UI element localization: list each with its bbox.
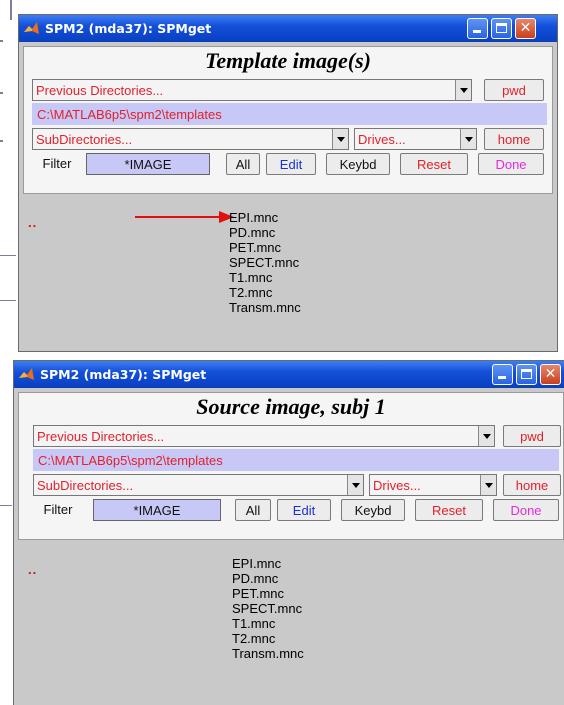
background-line (0, 92, 3, 94)
title-bar[interactable]: SPM2 (mda37): SPMget ✕ (14, 361, 564, 388)
edit-button[interactable]: Edit (266, 153, 316, 175)
list-item[interactable]: Transm.mnc (229, 300, 301, 315)
previous-directories-dropdown[interactable]: Previous Directories... (33, 425, 495, 447)
list-item[interactable]: EPI.mnc (232, 556, 304, 571)
maximize-icon (496, 23, 507, 33)
dropdown-arrow-icon (347, 475, 363, 495)
window-title: SPM2 (mda37): SPMget (40, 367, 207, 382)
dropdown-arrow-icon (455, 80, 471, 100)
drives-label: Drives... (358, 132, 406, 147)
keybd-button[interactable]: Keybd (326, 153, 390, 175)
drives-label: Drives... (373, 478, 421, 493)
previous-directories-label: Previous Directories... (37, 429, 165, 444)
reset-button[interactable]: Reset (415, 499, 483, 521)
list-item[interactable]: PET.mnc (229, 240, 301, 255)
filter-input[interactable]: *IMAGE (86, 153, 210, 175)
minimize-button[interactable] (467, 18, 488, 39)
list-item[interactable]: SPECT.mnc (232, 601, 304, 616)
drives-dropdown[interactable]: Drives... (354, 128, 477, 150)
file-names: EPI.mnc PD.mnc PET.mnc SPECT.mnc T1.mnc … (229, 210, 301, 315)
dropdown-arrow-icon (480, 475, 496, 495)
control-panel: Template image(s) Previous Directories..… (23, 46, 553, 194)
parent-directory-item[interactable]: .. (28, 562, 37, 577)
list-item[interactable]: PD.mnc (229, 225, 301, 240)
list-item[interactable]: Transm.mnc (232, 646, 304, 661)
file-names: EPI.mnc PD.mnc PET.mnc SPECT.mnc T1.mnc … (232, 556, 304, 661)
matlab-logo-icon (19, 368, 34, 380)
keybd-button[interactable]: Keybd (341, 499, 405, 521)
done-button[interactable]: Done (478, 153, 544, 175)
background-line (0, 255, 16, 256)
background-line (0, 300, 16, 301)
background-line (10, 0, 12, 20)
subdirectories-dropdown[interactable]: SubDirectories... (32, 128, 349, 150)
title-bar[interactable]: SPM2 (mda37): SPMget ✕ (19, 15, 557, 42)
close-icon: ✕ (544, 366, 557, 382)
maximize-button[interactable] (491, 18, 512, 39)
done-button[interactable]: Done (493, 499, 559, 521)
subdirectories-label: SubDirectories... (36, 132, 133, 147)
prompt-heading: Source image, subj 1 (196, 394, 386, 419)
minimize-button[interactable] (492, 364, 513, 385)
spmget-window-template: SPM2 (mda37): SPMget ✕ Template image(s)… (18, 14, 558, 352)
close-icon: ✕ (519, 20, 532, 36)
dropdown-arrow-icon (460, 129, 476, 149)
all-button[interactable]: All (226, 153, 260, 175)
previous-directories-label: Previous Directories... (36, 83, 164, 98)
background-line (0, 40, 3, 42)
window-title: SPM2 (mda37): SPMget (45, 21, 212, 36)
close-button[interactable]: ✕ (540, 364, 561, 385)
list-item[interactable]: T1.mnc (229, 270, 301, 285)
minimize-icon (473, 30, 481, 33)
list-item[interactable]: PET.mnc (232, 586, 304, 601)
all-button[interactable]: All (235, 499, 271, 521)
file-list: .. EPI.mnc PD.mnc PET.mnc SPECT.mnc T1.m… (14, 544, 564, 705)
list-item[interactable]: T1.mnc (232, 616, 304, 631)
maximize-button[interactable] (516, 364, 537, 385)
red-arrow-annotation (135, 211, 234, 223)
dropdown-arrow-icon (478, 426, 494, 446)
filter-input[interactable]: *IMAGE (93, 499, 221, 521)
file-list: .. EPI.mnc PD.mnc PET.mnc SPECT.mnc T1.m… (19, 198, 557, 351)
edit-button[interactable]: Edit (277, 499, 331, 521)
pwd-button[interactable]: pwd (484, 79, 544, 101)
list-item[interactable]: PD.mnc (232, 571, 304, 586)
list-item[interactable]: EPI.mnc (229, 210, 301, 225)
filter-label: Filter (43, 502, 73, 517)
spmget-window-source: SPM2 (mda37): SPMget ✕ Source image, sub… (13, 360, 564, 705)
filter-label: Filter (42, 156, 72, 171)
drives-dropdown[interactable]: Drives... (369, 474, 497, 496)
list-item[interactable]: T2.mnc (232, 631, 304, 646)
list-item[interactable]: T2.mnc (229, 285, 301, 300)
background-line (0, 505, 12, 506)
parent-directory-item[interactable]: .. (28, 215, 37, 230)
control-panel: Source image, subj 1 Previous Directorie… (18, 392, 564, 540)
home-button[interactable]: home (503, 474, 561, 496)
list-item[interactable]: SPECT.mnc (229, 255, 301, 270)
prompt-heading: Template image(s) (205, 48, 371, 73)
dropdown-arrow-icon (332, 129, 348, 149)
maximize-icon (521, 369, 532, 379)
current-path-field[interactable]: C:\MATLAB6p5\spm2\templates (32, 103, 547, 125)
close-button[interactable]: ✕ (515, 18, 536, 39)
subdirectories-dropdown[interactable]: SubDirectories... (33, 474, 364, 496)
pwd-button[interactable]: pwd (503, 425, 561, 447)
previous-directories-dropdown[interactable]: Previous Directories... (32, 79, 472, 101)
background-line (0, 140, 3, 142)
minimize-icon (498, 376, 506, 379)
subdirectories-label: SubDirectories... (37, 478, 134, 493)
reset-button[interactable]: Reset (400, 153, 468, 175)
current-path-field[interactable]: C:\MATLAB6p5\spm2\templates (33, 449, 559, 471)
matlab-logo-icon (24, 22, 39, 34)
home-button[interactable]: home (484, 128, 544, 150)
